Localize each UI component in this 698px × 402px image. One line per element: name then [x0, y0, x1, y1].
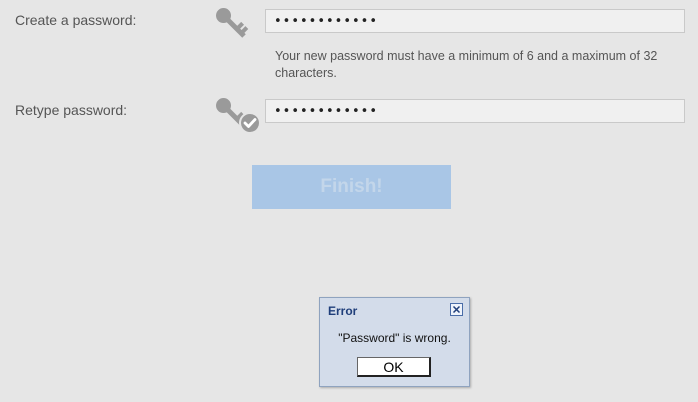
retype-password-label: Retype password: — [15, 102, 128, 118]
ok-button[interactable]: OK — [357, 357, 431, 377]
close-icon — [452, 305, 461, 314]
finish-button[interactable]: Finish! — [252, 165, 451, 209]
key-icon — [212, 4, 252, 49]
password-hint: Your new password must have a minimum of… — [275, 49, 658, 80]
dialog-title: Error — [328, 304, 358, 318]
dialog-message: "Password" is wrong. — [338, 331, 451, 345]
retype-password-input[interactable] — [265, 99, 685, 123]
key-check-icon — [212, 94, 266, 143]
create-password-input[interactable] — [265, 9, 685, 33]
error-dialog: Error "Password" is wrong. OK — [319, 297, 470, 387]
create-password-label: Create a password: — [15, 12, 137, 28]
close-button[interactable] — [450, 303, 463, 316]
